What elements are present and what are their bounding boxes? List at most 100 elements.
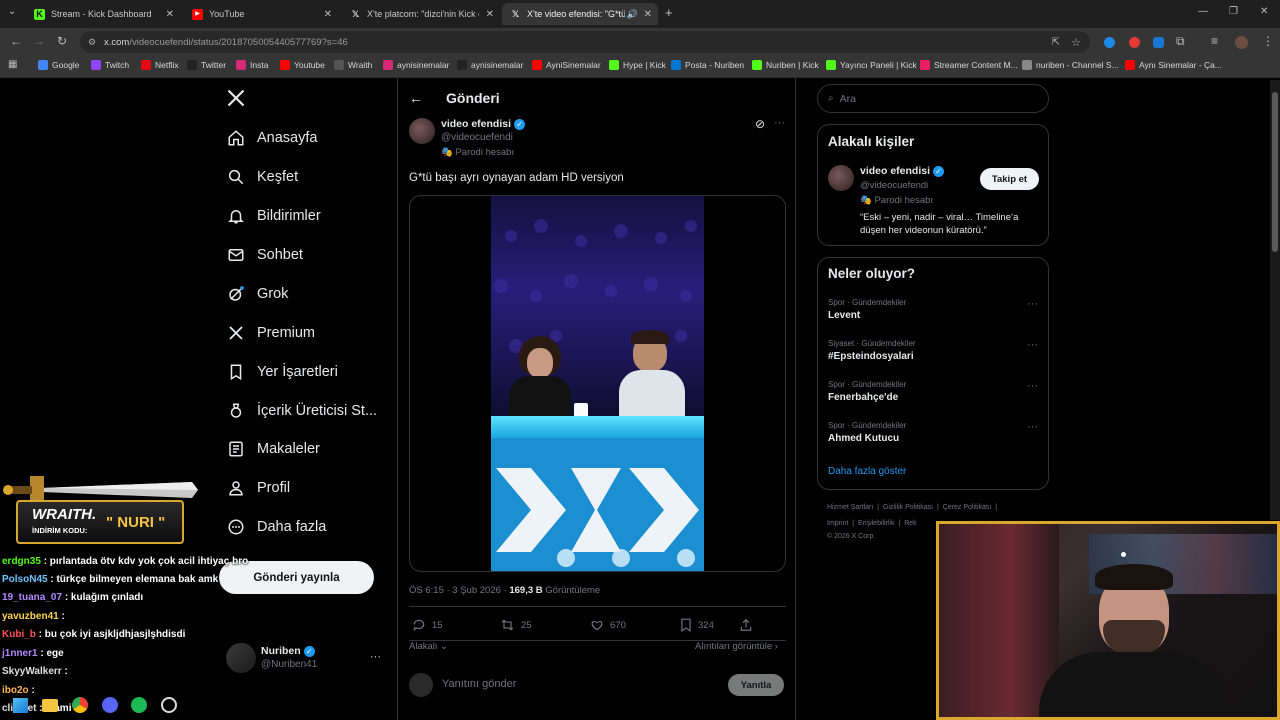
footer-link[interactable]: Imprint [827, 520, 848, 527]
chrome-icon[interactable] [72, 697, 88, 713]
extension-icon[interactable] [1129, 37, 1140, 48]
account-more-icon[interactable]: ··· [370, 651, 381, 663]
profile-avatar[interactable] [1235, 36, 1248, 49]
nav-item[interactable]: Anasayfa [226, 123, 317, 153]
footer-link[interactable]: Gizlilik Politikası [883, 504, 933, 511]
obs-icon[interactable] [161, 697, 177, 713]
nav-item[interactable]: Grok [226, 279, 288, 309]
video-player[interactable] [491, 196, 704, 571]
nav-item[interactable]: Profil [226, 473, 290, 503]
follow-button[interactable]: Takip et [980, 168, 1039, 190]
extensions-puzzle-icon[interactable]: ⧉ [1176, 34, 1185, 49]
nav-item[interactable]: Yer İşaretleri [226, 357, 338, 387]
bookmark-item[interactable]: Insta [236, 60, 268, 70]
apps-grid-icon[interactable]: ▦ [8, 59, 17, 70]
nav-item[interactable]: Makaleler [226, 434, 320, 464]
star-icon[interactable]: ☆ [1071, 36, 1081, 49]
bookmark-item[interactable]: Netflix [141, 60, 179, 70]
bookmark-item[interactable]: Hype | Kick [609, 60, 666, 70]
nav-item[interactable]: Sohbet [226, 240, 303, 270]
reload-icon[interactable]: ↻ [57, 34, 67, 48]
account-name[interactable]: Nuriben ✓ [261, 645, 315, 657]
tab-youtube[interactable]: ▶ YouTube ✕ [184, 3, 338, 25]
trend-item[interactable]: Spor · Gündemdekiler Levent ··· [828, 298, 1040, 321]
media-controls-icon[interactable]: ≡ [1211, 34, 1218, 48]
bookmark-action[interactable]: 324 [680, 618, 714, 632]
nav-item[interactable]: Keşfet [226, 162, 298, 192]
repost-action[interactable]: 25 [500, 618, 532, 632]
site-info-icon[interactable]: ⚙ [88, 37, 96, 48]
trend-item[interactable]: Spor · Gündemdekiler Ahmed Kutucu ··· [828, 421, 1040, 444]
restore-icon[interactable]: ❐ [1229, 6, 1238, 17]
post-more-icon[interactable]: ··· [774, 117, 785, 129]
reply-button[interactable]: Yanıtla [728, 674, 784, 696]
forward-icon[interactable]: → [33, 34, 45, 48]
nav-item[interactable]: Bildirimler [226, 201, 321, 231]
bookmark-item[interactable]: Nuriben | Kick [752, 60, 819, 70]
close-icon[interactable]: ✕ [486, 9, 494, 20]
bookmark-item[interactable]: Posta - Nuriben [671, 60, 744, 70]
account-avatar[interactable] [226, 643, 256, 673]
show-more-link[interactable]: Daha fazla göster [828, 466, 906, 477]
footer-link[interactable]: Çerez Politikası [943, 504, 992, 511]
bookmark-item[interactable]: Google [38, 60, 79, 70]
close-icon[interactable]: ✕ [324, 9, 332, 20]
new-tab-icon[interactable]: + [665, 5, 673, 20]
close-icon[interactable]: ✕ [166, 9, 174, 20]
discord-icon[interactable] [102, 697, 118, 713]
author-handle[interactable]: @videocuefendi [441, 132, 513, 143]
relevance-dropdown[interactable]: Alakalı ⌄ [409, 641, 448, 652]
bookmark-item[interactable]: Wraith [334, 60, 372, 70]
bookmark-item[interactable]: Streamer Content M... [920, 60, 1018, 70]
author-avatar[interactable] [409, 118, 435, 144]
quotes-link[interactable]: Alıntıları görüntüle › [695, 641, 778, 652]
nav-item[interactable]: İçerik Üreticisi St... [226, 396, 377, 426]
spotify-icon[interactable] [131, 697, 147, 713]
tab-search-icon[interactable]: ⌄ [8, 6, 16, 17]
x-logo-icon[interactable] [226, 88, 248, 110]
back-icon[interactable]: ← [10, 34, 22, 48]
trend-more-icon[interactable]: ··· [1027, 421, 1038, 433]
like-action[interactable]: 670 [590, 618, 626, 632]
bookmark-item[interactable]: Twitch [91, 60, 129, 70]
bookmark-item[interactable]: Yayıncı Paneli | Kick [826, 60, 917, 70]
grok-icon[interactable]: ⊘ [755, 117, 765, 131]
nav-item[interactable]: Daha fazla [226, 512, 326, 542]
tab-kick-dashboard[interactable]: K Stream - Kick Dashboard ✕ [26, 3, 180, 25]
back-arrow-icon[interactable]: ← [409, 90, 423, 106]
window-close-icon[interactable]: ✕ [1260, 6, 1268, 17]
nav-item[interactable]: Premium [226, 318, 315, 348]
scrollbar-thumb[interactable] [1272, 92, 1278, 252]
file-explorer-icon[interactable] [42, 699, 58, 712]
author-name[interactable]: video efendisi ✓ [441, 118, 526, 130]
menu-kebab-icon[interactable]: ⋮ [1262, 34, 1274, 48]
bookmark-item[interactable]: aynisinemalar [457, 60, 523, 70]
bookmark-item[interactable]: AyniSinemalar [532, 60, 601, 70]
post-media[interactable] [409, 195, 786, 572]
tab-x-video-efendisi[interactable]: 𝕏 X'te video efendisi: "G*tü ba 🔊 ✕ [502, 3, 658, 25]
extension-icon[interactable] [1104, 37, 1115, 48]
bookmark-item[interactable]: nuriben - Channel S... [1022, 60, 1119, 70]
bookmark-item[interactable]: aynisinemalar [383, 60, 449, 70]
bookmark-item[interactable]: Aynı Sinemalar - Ça... [1125, 60, 1222, 70]
reply-action[interactable]: 15 [412, 618, 443, 632]
install-icon[interactable]: ⇱ [1052, 37, 1060, 48]
footer-link[interactable]: Erişilebilirlik [858, 520, 895, 527]
windows-start-icon[interactable] [13, 698, 28, 713]
related-name[interactable]: video efendisi ✓ [860, 165, 945, 177]
trend-more-icon[interactable]: ··· [1027, 339, 1038, 351]
bookmark-item[interactable]: Youtube [280, 60, 325, 70]
search-field[interactable]: ⌕ Ara [817, 84, 1049, 113]
close-icon[interactable]: ✕ [644, 9, 652, 20]
share-action[interactable] [739, 618, 759, 632]
trend-more-icon[interactable]: ··· [1027, 380, 1038, 392]
extension-icon[interactable] [1153, 37, 1164, 48]
footer-link[interactable]: Rek [904, 520, 916, 527]
reply-input[interactable]: Yanıtını gönder [442, 678, 516, 690]
bookmark-item[interactable]: Twitter [187, 60, 226, 70]
trend-item[interactable]: Siyaset · Gündemdekiler #Epsteindosyalari… [828, 339, 1040, 362]
tab-x-platcom[interactable]: 𝕏 X'te platcom: "dizci'nin Kick can ✕ [342, 3, 500, 25]
page-scrollbar[interactable] [1270, 80, 1280, 520]
trend-item[interactable]: Spor · Gündemdekiler Fenerbahçe'de ··· [828, 380, 1040, 403]
url-field[interactable]: ⚙ x.com/videocuefendi/status/20187050054… [80, 31, 1090, 53]
